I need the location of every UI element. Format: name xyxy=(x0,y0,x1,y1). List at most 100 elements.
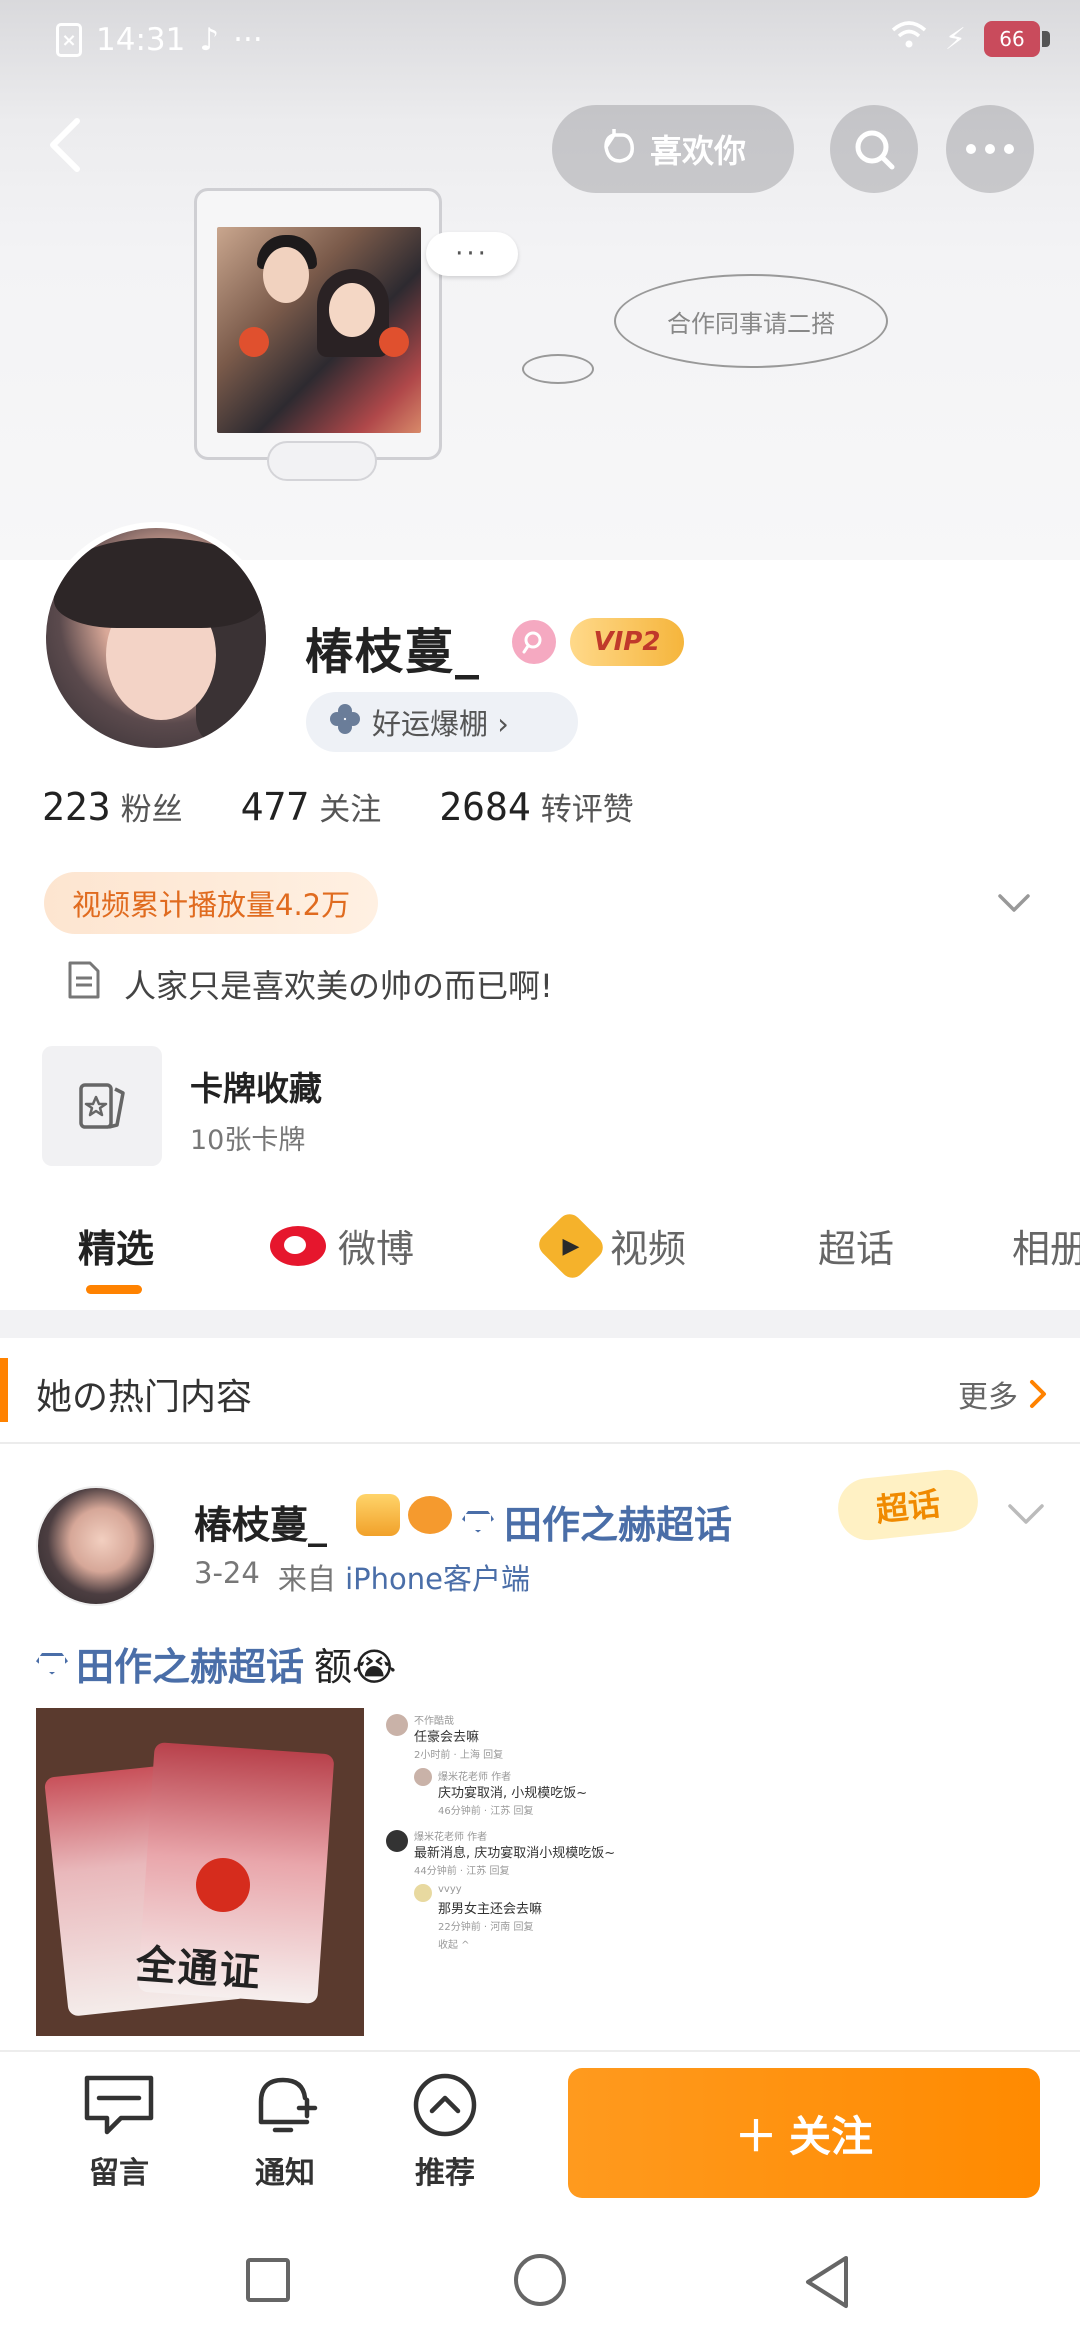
more-dots-icon xyxy=(966,144,1014,154)
post-menu-button[interactable] xyxy=(1004,1500,1048,1534)
triangle-back-icon xyxy=(806,2256,848,2308)
stat-following[interactable]: 477 关注 xyxy=(241,784,382,829)
post-author-name[interactable]: 椿枝蔓_ xyxy=(194,1494,327,1549)
diamond-icon xyxy=(36,1652,68,1675)
clover-icon xyxy=(328,702,362,743)
hot-more-link[interactable]: 更多 xyxy=(958,1372,1048,1416)
status-dots: ··· xyxy=(233,22,263,58)
expand-profile-button[interactable] xyxy=(992,880,1036,924)
section-divider xyxy=(0,1310,1080,1338)
comment-name: 爆米花老师 作者 xyxy=(414,1832,488,1843)
follow-label: 关注 xyxy=(789,2111,874,2161)
hot-content-accent-bar xyxy=(0,1358,8,1422)
tab-weibo[interactable]: 微博 xyxy=(270,1218,414,1273)
card-print-text: 全通证 xyxy=(134,1941,264,1997)
status-bar: × 14:31 ♪ ··· ⚡ 66 xyxy=(0,0,1080,84)
post-supertopic-link[interactable]: 田作之赫超话 xyxy=(462,1494,732,1549)
status-time: 14:31 xyxy=(96,22,186,58)
battery-icon: 66 xyxy=(984,21,1050,57)
comment-text: 那男女主还会去嘛 xyxy=(438,1902,543,1917)
post-author-badges xyxy=(356,1494,452,1536)
post-meta: 3-24 来自 iPhone客户端 xyxy=(194,1556,530,1598)
comment-label: 留言 xyxy=(89,2156,149,2191)
chevron-down-icon xyxy=(998,894,1030,912)
charging-icon: ⚡ xyxy=(944,21,966,57)
cover-speech-bubble: 合作同事请二搭 xyxy=(614,274,888,368)
stat-interactions[interactable]: 2684 转评赞 xyxy=(439,784,634,829)
bio-text: 人家只是喜欢美の帅の而已啊! xyxy=(124,967,553,1005)
follow-button[interactable]: ＋ 关注 xyxy=(568,2068,1040,2198)
back-button[interactable] xyxy=(30,110,100,180)
notify-button[interactable]: 通知 xyxy=(230,2072,340,2192)
comment-text: 最新消息, 庆功宴取消小规模吃饭~ xyxy=(414,1846,616,1861)
wifi-icon xyxy=(891,20,927,58)
tab-supertopic-label: 超话 xyxy=(818,1227,895,1271)
vip-label: VIP2 xyxy=(593,627,661,657)
sim-icon: × xyxy=(56,23,82,57)
red-seal-icon xyxy=(196,1858,250,1912)
post-image-cards[interactable]: 全通证 xyxy=(36,1708,364,2036)
identity-badge-icon[interactable] xyxy=(512,620,556,664)
search-icon xyxy=(855,130,895,170)
tab-album-label: 相册 xyxy=(1012,1227,1080,1271)
stat-interactions-label: 转评赞 xyxy=(540,792,634,828)
chevron-right-icon xyxy=(1030,1380,1046,1408)
stat-following-label: 关注 xyxy=(319,792,382,828)
tab-featured[interactable]: 精选 xyxy=(78,1218,154,1273)
cover-stamp-logo xyxy=(267,441,377,481)
profile-avatar[interactable] xyxy=(40,522,272,754)
post-author-avatar[interactable] xyxy=(36,1486,156,1606)
tab-supertopic[interactable]: 超话 xyxy=(818,1218,894,1273)
card-collection-count: 10张卡牌 xyxy=(190,1125,306,1156)
back-arrow-icon xyxy=(50,118,80,172)
system-back-button[interactable] xyxy=(802,2254,852,2314)
chevron-up-circle-icon xyxy=(413,2073,477,2137)
tab-video[interactable]: ▶ 视频 xyxy=(534,1208,686,1283)
weibo-logo-icon xyxy=(270,1225,326,1266)
recommend-label: 推荐 xyxy=(415,2156,475,2191)
tab-featured-label: 精选 xyxy=(78,1227,155,1271)
comment-button[interactable]: 留言 xyxy=(64,2072,174,2192)
diamond-icon xyxy=(462,1510,494,1533)
luck-status-tag[interactable]: 好运爆棚 › xyxy=(306,692,578,752)
post-text-body: 额😭 xyxy=(314,1645,397,1689)
comment-collapse: 收起 ^ xyxy=(438,1940,470,1951)
comment-name: vvyy xyxy=(438,1884,462,1895)
tab-weibo-label: 微博 xyxy=(338,1227,415,1271)
video-play-count-tag[interactable]: 视频累计播放量4.2万 xyxy=(44,872,379,934)
plus-icon: ＋ xyxy=(734,2111,777,2161)
post-from-label: 来自 xyxy=(277,1562,336,1596)
recommend-button[interactable]: 推荐 xyxy=(390,2072,500,2192)
luck-status-label: 好运爆棚 › xyxy=(372,707,509,741)
cover-photo xyxy=(217,227,421,433)
comment-text: 庆功宴取消, 小规模吃饭~ xyxy=(438,1786,588,1801)
recent-apps-button[interactable] xyxy=(246,2258,290,2302)
vip-badge[interactable]: VIP2 xyxy=(570,618,684,666)
comment-name: 爆米花老师 作者 xyxy=(438,1772,512,1783)
post-date: 3-24 xyxy=(194,1556,260,1590)
like-you-button[interactable]: 喜欢你 xyxy=(552,105,794,193)
home-button[interactable] xyxy=(514,2254,566,2306)
search-button[interactable] xyxy=(830,105,918,193)
comment-meta: 46分钟前 · 江苏 回复 xyxy=(438,1806,534,1817)
video-play-icon: ▶ xyxy=(534,1208,608,1283)
stat-interactions-num: 2684 xyxy=(439,785,531,829)
more-button[interactable] xyxy=(946,105,1034,193)
post-source: iPhone客户端 xyxy=(345,1562,530,1596)
post-text: 田作之赫超话 额😭 xyxy=(36,1636,396,1691)
hand-heart-icon xyxy=(600,125,640,173)
crown-badge-icon xyxy=(356,1494,400,1536)
message-bubble-icon xyxy=(84,2075,154,2135)
profile-bio: 人家只是喜欢美の帅の而已啊! xyxy=(66,960,553,1008)
stat-followers[interactable]: 223 粉丝 xyxy=(42,784,183,829)
tab-album[interactable]: 相册 xyxy=(1012,1218,1080,1273)
card-collection-icon-box[interactable] xyxy=(42,1046,162,1166)
comment-meta: 22分钟前 · 河南 回复 xyxy=(438,1922,534,1933)
post-image-comments[interactable]: 不作酷哉 任豪会去嘛 2小时前 · 上海 回复 爆米花老师 作者 庆功宴取消, … xyxy=(378,1708,706,2036)
hot-content-title: 她の热门内容 xyxy=(36,1377,253,1418)
card-collection-title[interactable]: 卡牌收藏 xyxy=(190,1062,322,1110)
cover-dots-bubble: ··· xyxy=(426,232,518,276)
post-text-topic-link[interactable]: 田作之赫超话 xyxy=(36,1636,304,1691)
card-star-icon xyxy=(79,1083,125,1129)
post-text-topic-label: 田作之赫超话 xyxy=(76,1645,305,1689)
